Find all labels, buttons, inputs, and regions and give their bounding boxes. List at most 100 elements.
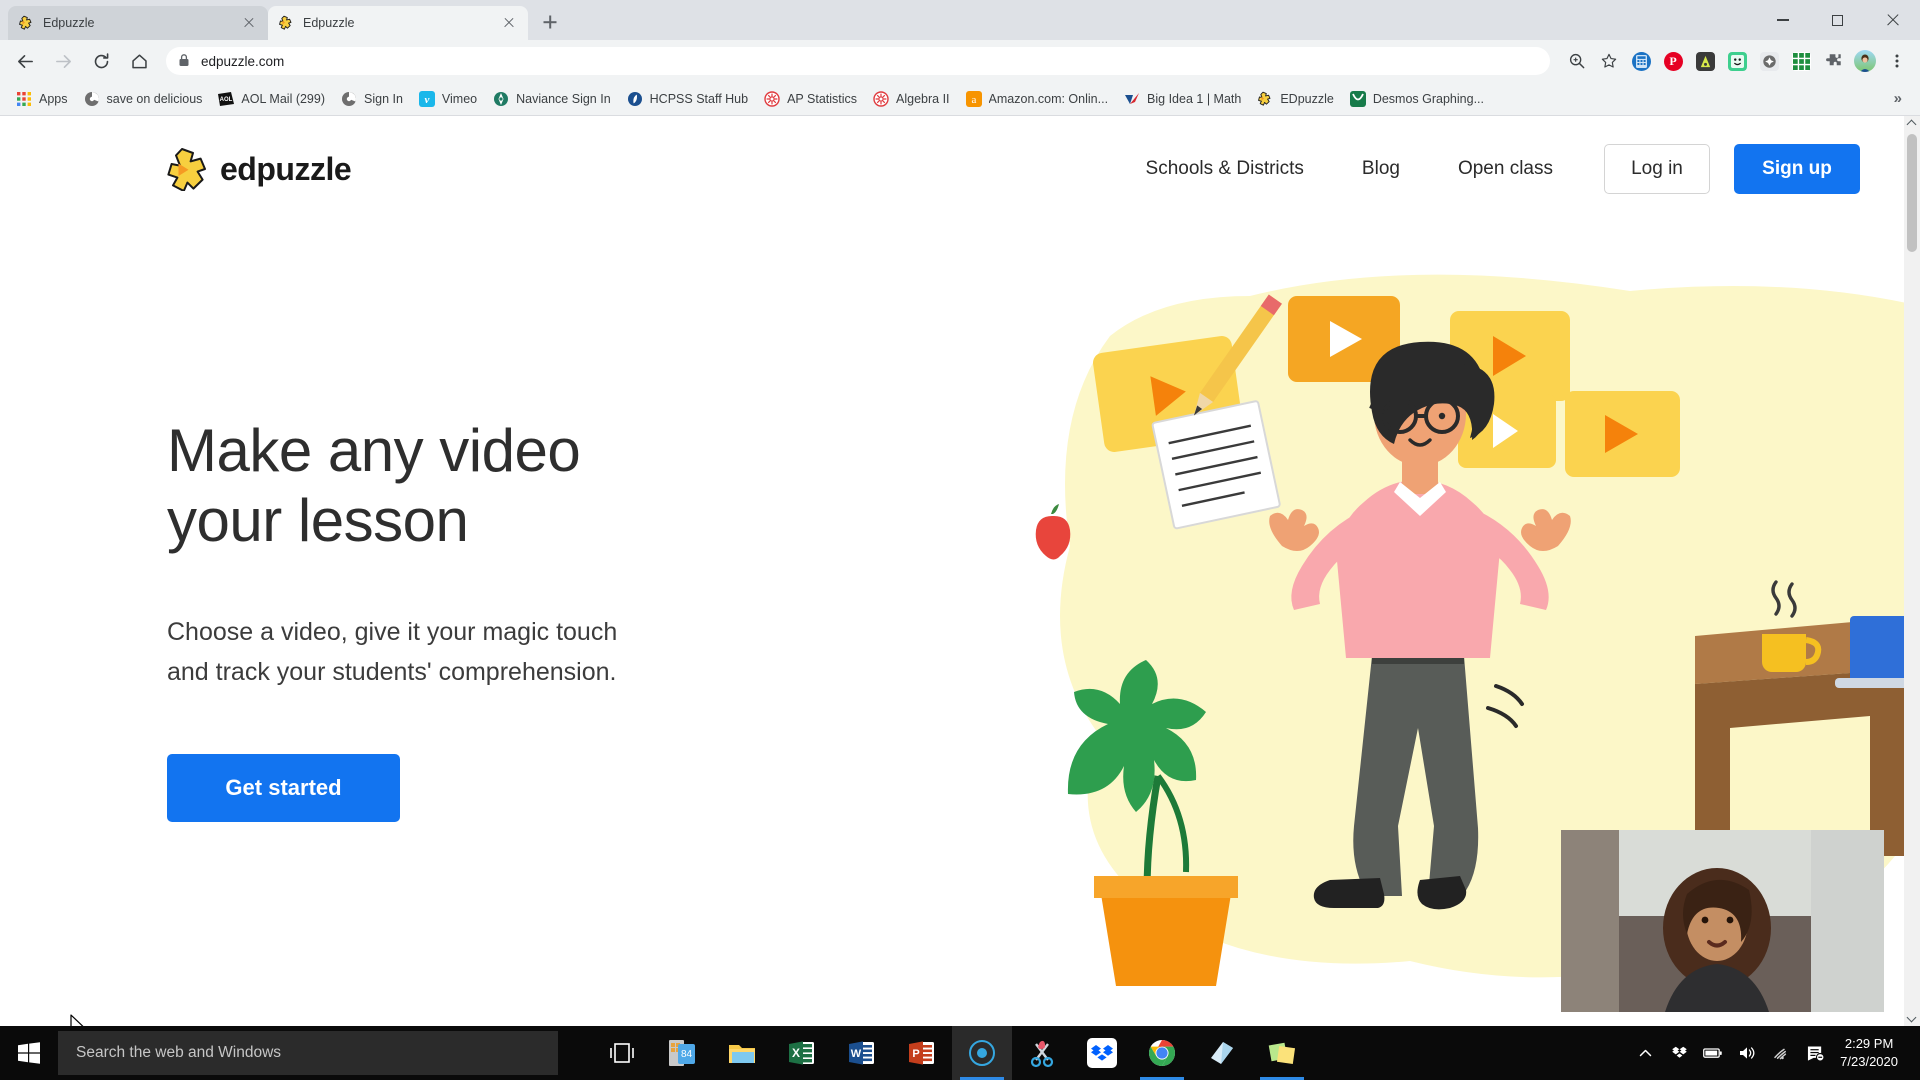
svg-text:84: 84 xyxy=(681,1049,693,1060)
reload-icon[interactable] xyxy=(84,44,118,78)
extensions-puzzle-icon[interactable] xyxy=(1818,46,1848,76)
volume-icon[interactable] xyxy=(1730,1026,1764,1080)
home-icon[interactable] xyxy=(122,44,156,78)
bookmark-label: Apps xyxy=(39,91,68,106)
edpuzzle-favicon xyxy=(18,15,34,31)
bookmark-label: Vimeo xyxy=(441,91,478,106)
bookmark-save-on-delicious[interactable]: save on delicious xyxy=(76,87,211,111)
desmos-icon xyxy=(1349,90,1366,107)
tab-title: Edpuzzle xyxy=(303,16,355,30)
bookmark-ap-statistics[interactable]: AP Statistics xyxy=(756,87,865,111)
scrollbar-thumb[interactable] xyxy=(1907,134,1917,252)
signup-button[interactable]: Sign up xyxy=(1734,144,1860,194)
reader-app[interactable] xyxy=(1192,1026,1252,1080)
bookmark-label: Naviance Sign In xyxy=(516,91,611,106)
svg-text:v: v xyxy=(424,94,429,106)
calculator-extension[interactable] xyxy=(1626,46,1656,76)
bookmark-label: AP Statistics xyxy=(787,91,858,106)
browser-tab-2[interactable]: Edpuzzle xyxy=(268,6,528,40)
minimize-button[interactable] xyxy=(1755,0,1810,40)
back-arrow-icon[interactable] xyxy=(8,44,42,78)
browser-tab-1[interactable]: Edpuzzle xyxy=(8,6,268,40)
get-started-button[interactable]: Get started xyxy=(167,754,400,823)
hero-title: Make any video your lesson xyxy=(167,416,787,556)
tab-close-icon[interactable] xyxy=(240,14,258,32)
sticky-notes[interactable] xyxy=(1252,1026,1312,1080)
nav-schools-districts[interactable]: Schools & Districts xyxy=(1117,158,1333,180)
bookmark-sign-in[interactable]: Sign In xyxy=(333,87,411,111)
bookmark-hcpss-staff-hub[interactable]: HCPSS Staff Hub xyxy=(619,87,756,111)
pinterest-extension[interactable]: P xyxy=(1658,46,1688,76)
start-button[interactable] xyxy=(0,1026,58,1080)
chrome-menu-icon[interactable] xyxy=(1882,46,1912,76)
address-bar[interactable]: edpuzzle.com xyxy=(166,47,1550,75)
collegeboard-icon xyxy=(764,90,780,107)
new-tab-button[interactable] xyxy=(534,6,566,38)
bookmark-label: save on delicious xyxy=(106,91,203,106)
zoom-icon[interactable] xyxy=(1562,46,1592,76)
powerpoint[interactable]: P xyxy=(892,1026,952,1080)
edpuzzle-favicon xyxy=(1257,91,1273,107)
bookmark-apps[interactable]: Apps xyxy=(8,87,76,111)
bookmark-label: HCPSS Staff Hub xyxy=(649,91,749,106)
login-button[interactable]: Log in xyxy=(1604,144,1710,194)
scroll-up-arrow-icon[interactable] xyxy=(1904,116,1920,132)
bookmark-desmos-graphing[interactable]: Desmos Graphing... xyxy=(1342,87,1492,111)
nav-open-class[interactable]: Open class xyxy=(1429,158,1582,180)
edpuzzle-logo[interactable]: edpuzzle xyxy=(167,147,352,192)
task-view-icon[interactable] xyxy=(592,1026,652,1080)
battery-icon[interactable] xyxy=(1696,1026,1730,1080)
bookmark-label: Big Idea 1 | Math xyxy=(1147,91,1242,106)
dropbox[interactable] xyxy=(1072,1026,1132,1080)
action-center-icon[interactable] xyxy=(1798,1026,1832,1080)
bookmark-algebra-ii[interactable]: Algebra II xyxy=(865,87,958,111)
tab-title: Edpuzzle xyxy=(43,16,95,30)
bookmark-vimeo[interactable]: v Vimeo xyxy=(411,87,485,111)
file-explorer[interactable] xyxy=(712,1026,772,1080)
hero-title-line2: your lesson xyxy=(167,487,469,555)
word[interactable]: W xyxy=(832,1026,892,1080)
taskbar-clock[interactable]: 2:29 PM 7/23/2020 xyxy=(1832,1035,1912,1070)
dropbox-tray-icon[interactable] xyxy=(1662,1026,1696,1080)
aol-icon: AOL xyxy=(218,91,235,107)
collegeboard-icon xyxy=(873,90,889,107)
browser-toolbar: edpuzzle.com P xyxy=(0,40,1920,82)
close-window-button[interactable] xyxy=(1865,0,1920,40)
nav-blog[interactable]: Blog xyxy=(1333,158,1429,180)
edpuzzle-extension[interactable] xyxy=(1754,46,1784,76)
snipping-tool[interactable] xyxy=(1012,1026,1072,1080)
maximize-button[interactable] xyxy=(1810,0,1865,40)
screencastify-app[interactable] xyxy=(952,1026,1012,1080)
excel[interactable]: X xyxy=(772,1026,832,1080)
edpuzzle-wordmark: edpuzzle xyxy=(220,150,352,187)
page-scrollbar[interactable] xyxy=(1904,116,1920,1026)
webcam-picture-in-picture[interactable] xyxy=(1561,830,1884,1012)
bookmark-aol-mail[interactable]: AOL AOL Mail (299) xyxy=(210,87,333,111)
tab-close-icon[interactable] xyxy=(500,14,518,32)
apps-grid-icon xyxy=(16,91,32,107)
edpuzzle-landing-page: edpuzzle Schools & Districts Blog Open c… xyxy=(0,116,1920,1026)
bookmark-label: AOL Mail (299) xyxy=(241,91,325,106)
profile-avatar[interactable] xyxy=(1850,46,1880,76)
google-chrome[interactable] xyxy=(1132,1026,1192,1080)
bookmark-star-icon[interactable] xyxy=(1594,46,1624,76)
bookmark-amazon[interactable]: a Amazon.com: Onlin... xyxy=(958,87,1117,111)
bookmark-naviance-sign-in[interactable]: Naviance Sign In xyxy=(485,87,619,111)
bookmarks-overflow-button[interactable]: » xyxy=(1884,90,1912,107)
svg-text:X: X xyxy=(792,1046,800,1060)
store-app[interactable]: 84 xyxy=(652,1026,712,1080)
show-hidden-icons-chevron-icon[interactable] xyxy=(1628,1026,1662,1080)
bookmark-big-idea-1-math[interactable]: Big Idea 1 | Math xyxy=(1116,87,1249,111)
screencastify-extension[interactable] xyxy=(1690,46,1720,76)
delicious-icon xyxy=(84,91,100,107)
scroll-down-arrow-icon[interactable] xyxy=(1904,1010,1920,1026)
svg-text:AOL: AOL xyxy=(220,97,233,103)
forward-arrow-icon[interactable] xyxy=(46,44,80,78)
taskbar-search-box[interactable]: Search the web and Windows xyxy=(58,1031,558,1075)
bitmoji-extension[interactable] xyxy=(1722,46,1752,76)
wifi-icon[interactable] xyxy=(1764,1026,1798,1080)
bookmark-edpuzzle[interactable]: EDpuzzle xyxy=(1249,87,1342,111)
toolbar-icons: P xyxy=(1560,46,1912,76)
grid-extension[interactable] xyxy=(1786,46,1816,76)
svg-text:W: W xyxy=(851,1048,862,1060)
